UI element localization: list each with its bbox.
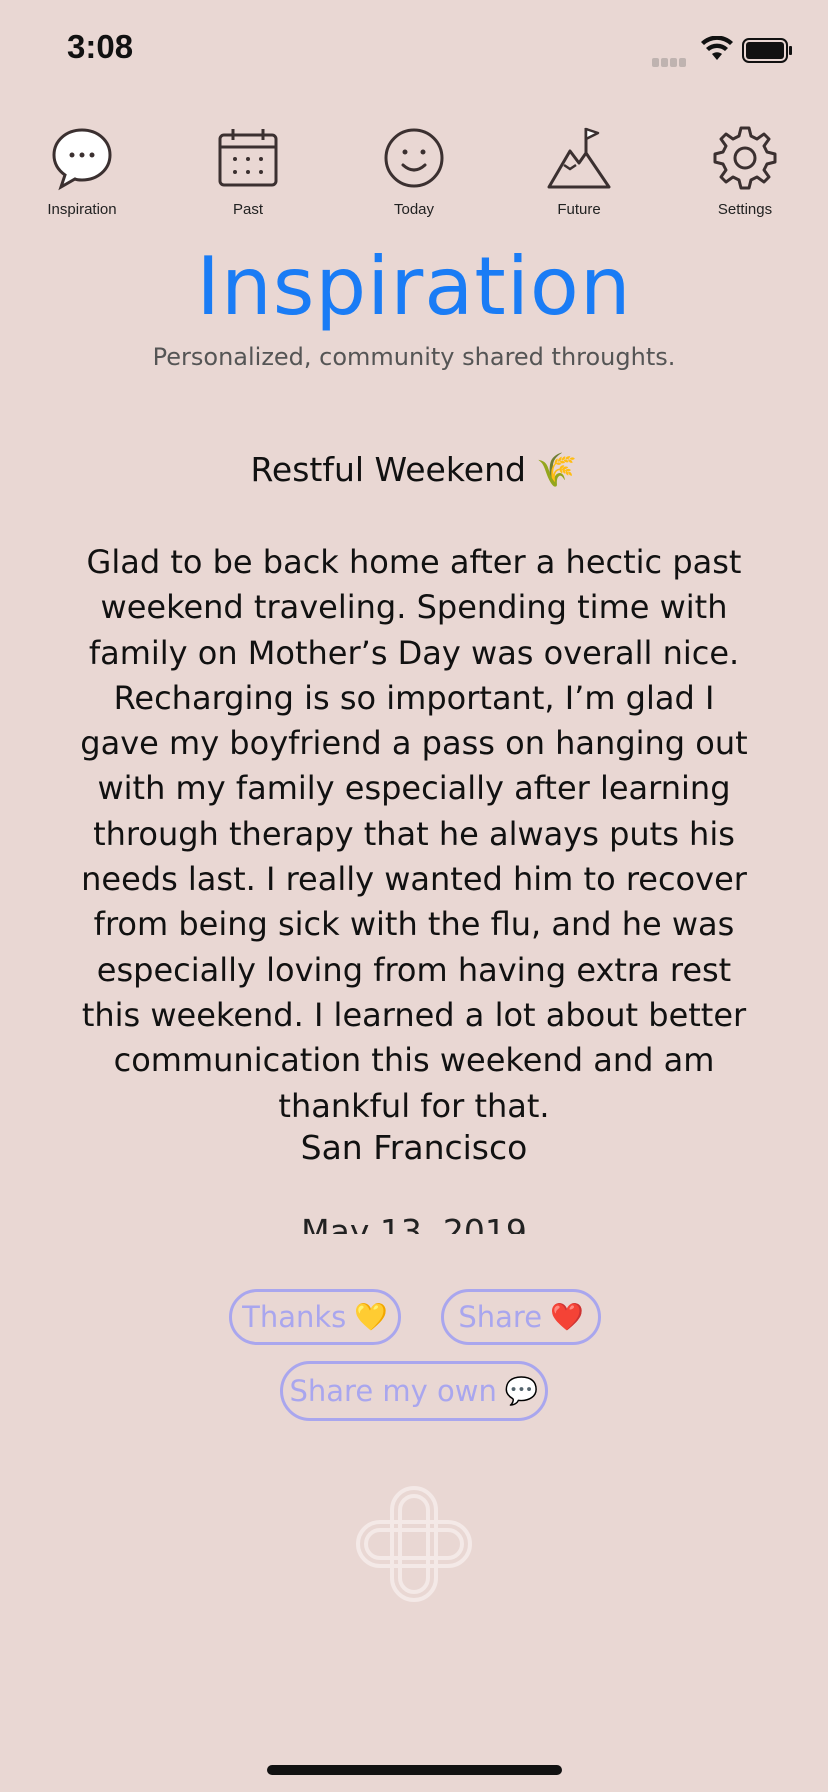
tab-bar: Inspiration Past Today Future Settings bbox=[0, 125, 828, 225]
calendar-icon bbox=[218, 129, 278, 187]
page-subtitle: Personalized, community shared throughts… bbox=[152, 343, 676, 371]
tab-label: Today bbox=[393, 201, 435, 218]
tab-settings[interactable]: Settings bbox=[675, 125, 815, 218]
tab-inspiration[interactable]: Inspiration bbox=[12, 125, 152, 218]
tab-label: Future bbox=[557, 201, 601, 218]
tab-label: Settings bbox=[717, 201, 773, 218]
tab-past[interactable]: Past bbox=[178, 125, 318, 218]
app-logo-icon bbox=[356, 1486, 472, 1602]
post-body: Glad to be back home after a hectic past… bbox=[80, 543, 748, 1125]
mountain-flag-icon bbox=[547, 127, 611, 189]
status-bar: 3:08 bbox=[0, 0, 828, 100]
tab-label: Past bbox=[232, 201, 263, 218]
status-time: 3:08 bbox=[67, 28, 134, 65]
share-my-own-button[interactable]: Share my own 💬 bbox=[280, 1361, 548, 1421]
red-heart-icon: ❤️ bbox=[550, 1302, 584, 1333]
smiley-icon bbox=[384, 128, 444, 188]
post-title: Restful Weekend 🌾 bbox=[250, 450, 578, 489]
post-location: San Francisco bbox=[300, 1128, 528, 1167]
thanks-button[interactable]: Thanks 💛 bbox=[229, 1289, 401, 1345]
yellow-heart-icon: 💛 bbox=[354, 1302, 388, 1333]
home-indicator[interactable] bbox=[267, 1765, 562, 1775]
post-date: May 13, 2019 bbox=[301, 1212, 527, 1234]
tab-today[interactable]: Today bbox=[344, 125, 484, 218]
page-title: Inspiration bbox=[196, 240, 632, 333]
speech-balloon-icon: 💬 bbox=[504, 1376, 539, 1407]
gear-icon bbox=[713, 126, 777, 190]
tab-future[interactable]: Future bbox=[509, 125, 649, 218]
battery-icon bbox=[742, 38, 792, 63]
post-date-container: May 13, 2019 bbox=[0, 1210, 828, 1234]
tab-label: Inspiration bbox=[47, 201, 117, 218]
thanks-label: Thanks bbox=[242, 1300, 347, 1334]
share-button[interactable]: Share ❤️ bbox=[441, 1289, 601, 1345]
share-my-own-label: Share my own bbox=[289, 1374, 497, 1408]
share-label: Share bbox=[458, 1300, 543, 1334]
speech-bubble-icon bbox=[52, 128, 112, 191]
cellular-signal-icon bbox=[652, 52, 692, 67]
wifi-icon bbox=[701, 36, 733, 60]
